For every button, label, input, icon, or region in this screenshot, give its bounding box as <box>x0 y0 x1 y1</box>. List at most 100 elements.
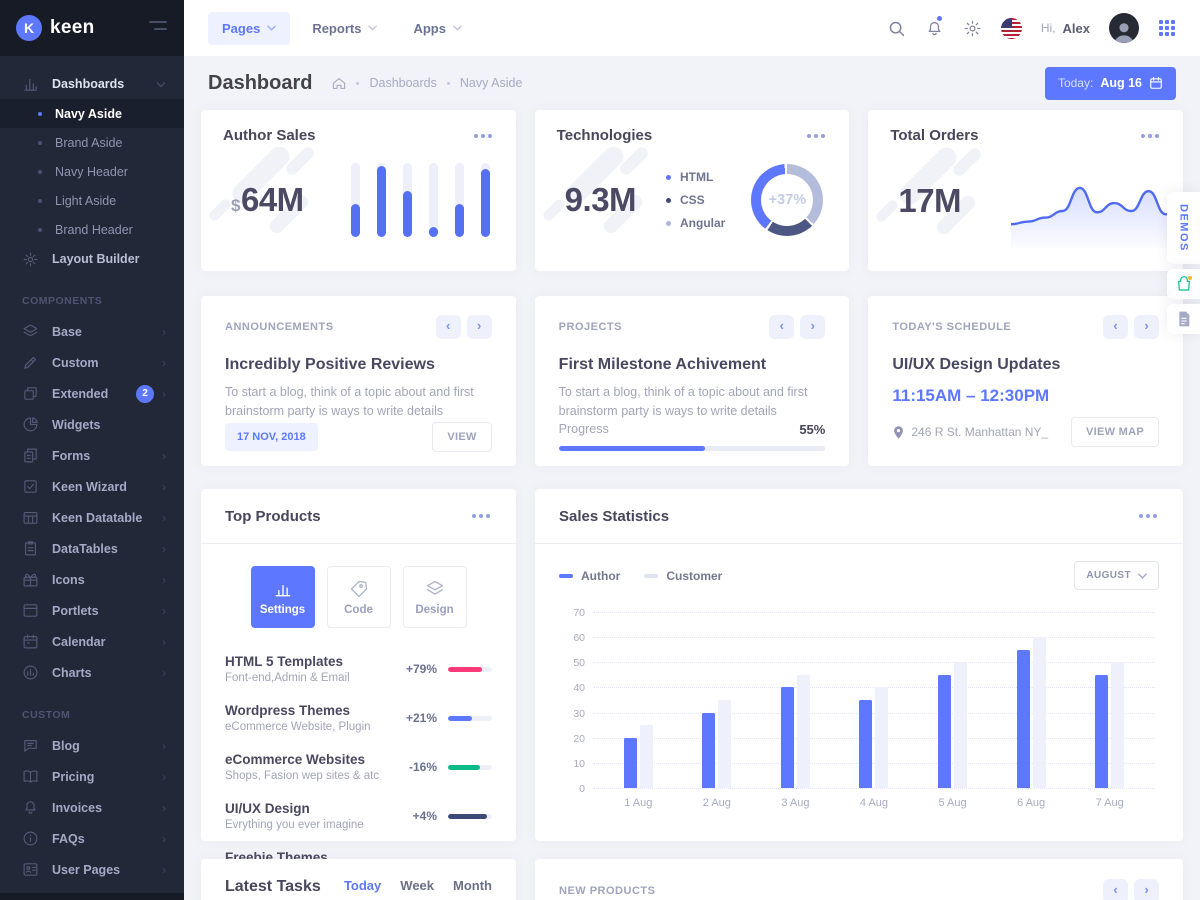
product-name: UI/UX Design <box>225 801 364 816</box>
search-icon[interactable] <box>887 19 906 38</box>
sidebar-item-custom[interactable]: Custom › <box>0 347 184 378</box>
card-menu-dots[interactable] <box>470 510 492 522</box>
topnav-item-pages[interactable]: Pages <box>208 12 290 45</box>
tab-code[interactable]: Code <box>327 566 391 628</box>
sidebar-item-label: Layout Builder <box>52 252 140 266</box>
product-row[interactable]: eCommerce Websites Shops, Fasion wep sit… <box>225 742 492 791</box>
x-axis-label: 4 Aug <box>860 797 888 809</box>
product-row[interactable]: HTML 5 Templates Font-end,Admin & Email … <box>225 644 492 693</box>
prev-button[interactable]: ‹ <box>1103 315 1128 339</box>
customer-bar <box>875 687 888 788</box>
tab-today[interactable]: Today <box>344 878 381 900</box>
card-total-orders: Total Orders 17M <box>868 110 1183 271</box>
tab-design[interactable]: Design <box>403 566 467 628</box>
card-todays-schedule: TODAY'S SCHEDULE ‹ › UI/UX Design Update… <box>868 296 1183 466</box>
sales-statistics-legend: AuthorCustomer <box>559 569 746 583</box>
sidebar-item-calendar[interactable]: Calendar › <box>0 626 184 657</box>
breadcrumb-item[interactable]: Navy Aside <box>460 76 523 90</box>
widget-heading: PROJECTS <box>559 321 622 333</box>
chevron-right-icon: › <box>162 636 166 648</box>
sidebar-subitem-brand-header[interactable]: Brand Header <box>0 215 184 244</box>
sidebar-item-icons[interactable]: Icons › <box>0 564 184 595</box>
view-map-button[interactable]: VIEW MAP <box>1071 417 1159 447</box>
month-dropdown[interactable]: AUGUST <box>1074 561 1159 590</box>
next-button[interactable]: › <box>1134 315 1159 339</box>
topbar-actions: Hi, Alex <box>887 13 1176 43</box>
settings-gear-icon[interactable] <box>963 19 982 38</box>
avatar[interactable] <box>1109 13 1139 43</box>
tab-week[interactable]: Week <box>400 878 434 900</box>
today-date-button[interactable]: Today: Aug 16 <box>1045 67 1176 100</box>
sidebar-item-invoices[interactable]: Invoices › <box>0 792 184 823</box>
demos-tab[interactable]: DEMOS <box>1167 192 1200 264</box>
sidebar-subitem-brand-aside[interactable]: Brand Aside <box>0 128 184 157</box>
prev-button[interactable]: ‹ <box>1103 879 1128 900</box>
sidebar-item-label: FAQs <box>52 832 85 846</box>
topnav-item-label: Pages <box>222 21 260 36</box>
docs-button[interactable] <box>1167 304 1200 334</box>
sidebar-toggle-button[interactable] <box>148 19 168 38</box>
next-button[interactable]: › <box>467 315 492 339</box>
sidebar-subitem-navy-aside[interactable]: Navy Aside <box>0 99 184 128</box>
sidebar-item-extended[interactable]: Extended 2 › <box>0 378 184 409</box>
product-row[interactable]: Wordpress Themes eCommerce Website, Plug… <box>225 693 492 742</box>
language-flag-us[interactable] <box>1001 18 1022 39</box>
sidebar-item-faqs[interactable]: FAQs › <box>0 823 184 854</box>
gift-icon <box>22 571 40 588</box>
sidebar-item-blog[interactable]: Blog › <box>0 730 184 761</box>
buy-now-button[interactable] <box>1167 269 1200 299</box>
tab-settings[interactable]: Settings <box>251 566 315 628</box>
sidebar-item-widgets[interactable]: Widgets <box>0 409 184 440</box>
next-button[interactable]: › <box>1134 879 1159 900</box>
product-row[interactable]: UI/UX Design Evrything you ever imagine … <box>225 791 492 840</box>
breadcrumb-item[interactable]: Dashboards <box>369 76 436 90</box>
chevron-down-icon <box>368 25 377 31</box>
book-icon <box>22 768 40 785</box>
technologies-value: 9.3M <box>565 181 636 219</box>
tab-layers-icon <box>425 579 445 599</box>
sidebar-item-keen-wizard[interactable]: Keen Wizard › <box>0 471 184 502</box>
card-menu-dots[interactable] <box>1137 510 1159 522</box>
product-progress-bar <box>448 814 492 819</box>
sidebar-subitem-light-aside[interactable]: Light Aside <box>0 186 184 215</box>
sidebar-item-forms[interactable]: Forms › <box>0 440 184 471</box>
bar-group: 1 Aug <box>624 725 653 788</box>
y-axis-label: 30 <box>559 708 585 720</box>
top-products-list: HTML 5 Templates Font-end,Admin & Email … <box>225 644 492 889</box>
main-content: Author Sales $64M Technologies 9.3M <box>184 110 1200 900</box>
sidebar-item-pricing[interactable]: Pricing › <box>0 761 184 792</box>
sidebar-item-portlets[interactable]: Portlets › <box>0 595 184 626</box>
view-button[interactable]: VIEW <box>432 422 491 452</box>
sidebar-item-layout-builder[interactable]: Layout Builder <box>0 244 184 274</box>
author-bar <box>1095 675 1108 788</box>
table-icon <box>22 509 40 526</box>
sidebar-item-user-pages[interactable]: User Pages › <box>0 854 184 885</box>
sidebar-item-base[interactable]: Base › <box>0 316 184 347</box>
next-button[interactable]: › <box>800 315 825 339</box>
subheader: Dashboard Dashboards Navy Aside Today: A… <box>184 56 1200 110</box>
check-square-icon <box>22 478 40 495</box>
product-desc: eCommerce Website, Plugin <box>225 721 371 733</box>
sidebar-item-datatables[interactable]: DataTables › <box>0 533 184 564</box>
home-icon[interactable] <box>332 77 346 90</box>
sidebar-item-charts[interactable]: Charts › <box>0 657 184 688</box>
apps-grid-icon[interactable] <box>1158 19 1176 37</box>
topnav-item-reports[interactable]: Reports <box>298 12 391 45</box>
prev-button[interactable]: ‹ <box>436 315 461 339</box>
notifications-bell-icon[interactable] <box>925 19 944 38</box>
author-bar <box>702 713 715 788</box>
card-menu-dots[interactable] <box>1139 130 1161 142</box>
user-name[interactable]: Alex <box>1063 21 1090 36</box>
total-orders-area-chart <box>1011 170 1183 248</box>
progress-bar <box>559 446 826 451</box>
sidebar-item-dashboards[interactable]: Dashboards <box>0 69 184 99</box>
breadcrumb: Dashboards Navy Aside <box>332 76 522 90</box>
sidebar-subitem-navy-header[interactable]: Navy Header <box>0 157 184 186</box>
card-menu-dots[interactable] <box>472 130 494 142</box>
topnav-item-apps[interactable]: Apps <box>399 12 476 45</box>
tab-month[interactable]: Month <box>453 878 492 900</box>
card-menu-dots[interactable] <box>805 130 827 142</box>
sidebar-item-keen-datatable[interactable]: Keen Datatable › <box>0 502 184 533</box>
prev-button[interactable]: ‹ <box>769 315 794 339</box>
widget-heading: NEW PRODUCTS <box>559 885 655 897</box>
